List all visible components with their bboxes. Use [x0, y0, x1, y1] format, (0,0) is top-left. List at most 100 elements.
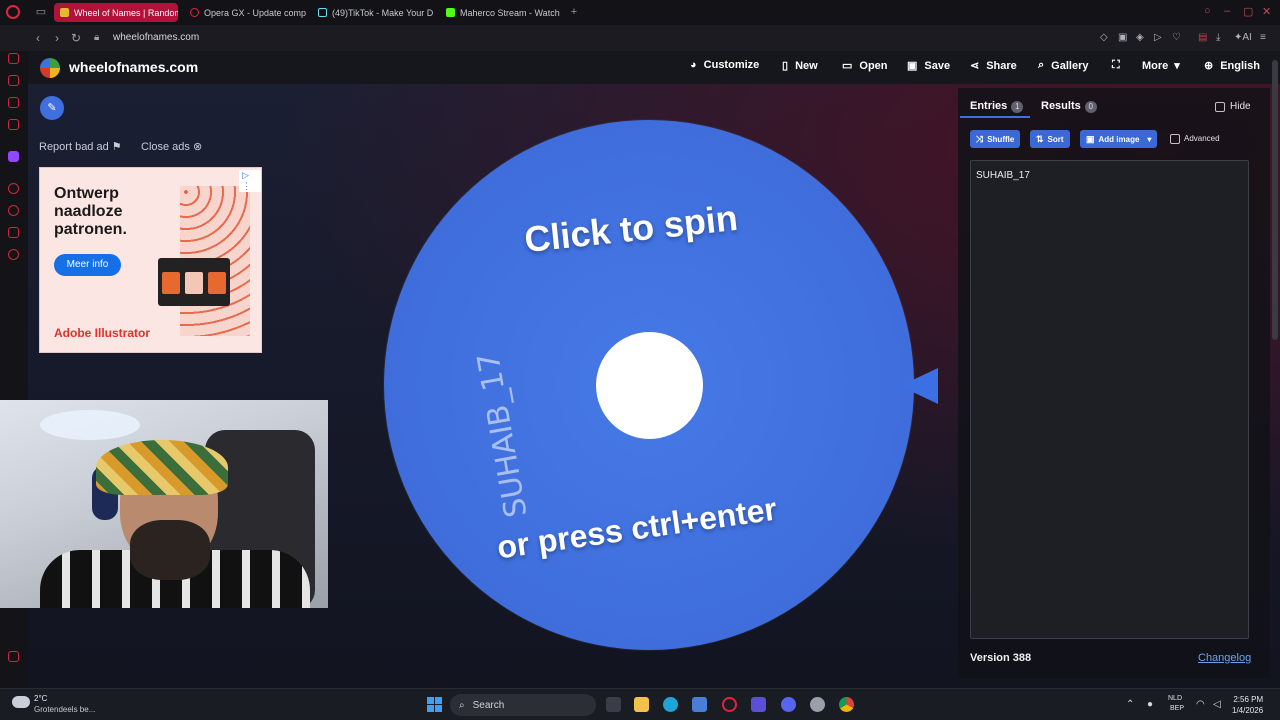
close-ads-link[interactable]: Close ads ⊗ [141, 140, 202, 153]
ad-cta-button[interactable]: Meer info [54, 254, 121, 276]
snapshot-icon[interactable]: ▣ [1118, 32, 1127, 43]
open-button[interactable]: ▭ Open [842, 59, 888, 73]
advertisement[interactable]: ▷ ⋮ Ontwerp naadloze patronen. Meer info… [39, 167, 262, 353]
minimize-icon[interactable]: – [1224, 5, 1230, 17]
browser-tab-bar: ▭ Wheel of Names | Random Opera GX - Upd… [0, 0, 1280, 25]
heart-icon[interactable]: ♡ [1172, 32, 1181, 43]
add-image-button[interactable]: ▣ Add image ▾ [1080, 130, 1158, 148]
microphone-icon[interactable]: ● [1147, 699, 1153, 710]
app-icon[interactable] [751, 697, 766, 712]
settings-icon[interactable] [8, 249, 19, 260]
clock-icon[interactable] [8, 205, 19, 216]
volume-icon[interactable]: ◁ [1213, 699, 1221, 710]
gx-logo-icon[interactable] [8, 651, 19, 662]
wheel-center[interactable] [596, 332, 703, 439]
play-icon[interactable]: ▷ [1154, 32, 1162, 43]
shield-icon[interactable]: ◈ [1136, 32, 1144, 43]
input-layout[interactable]: BEP [1170, 705, 1184, 712]
messenger-icon[interactable] [8, 97, 19, 108]
url-field[interactable]: wheelofnames.com [113, 32, 199, 43]
tab-results[interactable]: Results 0 [1041, 100, 1097, 113]
wheel-logo-icon[interactable] [40, 58, 60, 78]
add-image-label: Add image [1098, 134, 1140, 144]
wifi-icon[interactable]: ◠ [1196, 699, 1205, 710]
forward-icon[interactable]: › [55, 31, 59, 45]
entry-item: SUHAIB_17 [976, 170, 1030, 181]
store-icon[interactable] [692, 697, 707, 712]
caret-down-icon: ▾ [1147, 134, 1152, 144]
tab-opera-update[interactable]: Opera GX - Update comp [184, 3, 306, 22]
advanced-checkbox[interactable] [1170, 134, 1180, 144]
edit-pencil-button[interactable]: ✎ [40, 96, 64, 120]
tab-entries[interactable]: Entries 1 [970, 100, 1024, 113]
opera-logo-icon[interactable] [6, 5, 20, 19]
extensions-icon[interactable] [8, 227, 19, 238]
active-tab-indicator [960, 116, 1030, 118]
windows-start-icon[interactable] [427, 697, 442, 712]
tray-chevron-icon[interactable]: ⌃ [1126, 699, 1134, 710]
system-clock[interactable]: 2:56 PM 1/4/2026 [1232, 694, 1263, 716]
player-icon[interactable] [8, 119, 19, 130]
page-scrollbar[interactable] [1272, 60, 1278, 340]
back-icon[interactable]: ‹ [36, 31, 40, 45]
new-button[interactable]: ▯ New [782, 59, 818, 73]
sort-button[interactable]: ⇅ Sort [1030, 130, 1070, 148]
fullscreen-button[interactable]: ⛶ [1112, 59, 1127, 72]
customize-button[interactable]: ◕ Customize [690, 59, 759, 71]
customize-label: Customize [703, 59, 760, 71]
edge-icon[interactable] [663, 697, 678, 712]
save-icon: ▣ [907, 60, 918, 72]
adchoices-icon[interactable]: ▷ ⋮ [239, 170, 261, 192]
entries-textarea[interactable] [970, 160, 1249, 639]
wallet-icon[interactable]: ▤ [1198, 32, 1207, 43]
results-label: Results [1041, 100, 1081, 112]
new-tab-icon[interactable]: + [568, 6, 580, 18]
share-button[interactable]: ⋖ Share [970, 59, 1017, 73]
bookmark-icon[interactable]: ◇ [1100, 32, 1108, 43]
close-window-icon[interactable]: ✕ [1262, 5, 1271, 18]
menu-icon[interactable]: ≡ [1260, 32, 1266, 43]
tab-wheel-of-names[interactable]: Wheel of Names | Random [54, 3, 178, 22]
tab-kick-stream[interactable]: Maherco Stream - Watch [440, 3, 562, 22]
site-logo-text[interactable]: wheelofnames.com [69, 59, 198, 75]
twitch-icon[interactable] [8, 151, 19, 162]
search-tabs-icon[interactable]: ○ [1204, 5, 1211, 17]
maximize-icon[interactable]: ▢ [1243, 5, 1253, 18]
gx-corner-icon[interactable] [8, 75, 19, 86]
tab-label: (49)TikTok - Make Your D [332, 7, 434, 18]
clock-time: 2:56 PM [1233, 695, 1264, 704]
language-button[interactable]: ⊕ English [1204, 59, 1260, 73]
opera-favicon-icon [190, 8, 199, 17]
tab-tiktok[interactable]: (49)TikTok - Make Your D [312, 3, 434, 22]
ai-icon[interactable]: ✦AI [1234, 32, 1252, 43]
more-button[interactable]: More ▾ [1142, 59, 1180, 73]
discord-icon[interactable] [781, 697, 796, 712]
shuffle-button[interactable]: ⤨ Shuffle [970, 130, 1021, 148]
version-label: Version 388 [970, 652, 1032, 664]
cloud-icon[interactable] [12, 696, 30, 708]
tab-label: Maherco Stream - Watch [460, 7, 560, 18]
hide-checkbox[interactable] [1215, 102, 1225, 112]
download-icon[interactable]: ⤓ [1216, 32, 1220, 43]
input-language[interactable]: NLD [1168, 695, 1182, 702]
app-icon[interactable] [810, 697, 825, 712]
reload-icon[interactable]: ↻ [71, 31, 81, 45]
file-icon: ▯ [782, 60, 789, 72]
close-circle-icon: ⊗ [192, 141, 203, 153]
open-label: Open [859, 59, 888, 72]
file-explorer-icon[interactable] [634, 697, 649, 712]
opera-gx-icon[interactable] [722, 697, 737, 712]
temperature: 2°C [34, 694, 48, 703]
gx-control-icon[interactable] [8, 53, 19, 64]
task-view-icon[interactable] [606, 697, 621, 712]
history-icon[interactable] [8, 183, 19, 194]
chrome-icon[interactable] [839, 697, 854, 712]
taskbar-search[interactable]: ⌕ Search [450, 694, 596, 716]
changelog-link[interactable]: Changelog [1198, 652, 1251, 664]
tab-overview-icon[interactable]: ▭ [35, 6, 47, 18]
lock-icon: 🔒︎ [94, 32, 100, 43]
gallery-button[interactable]: ⌕ Gallery [1038, 59, 1088, 72]
more-label: More [1142, 59, 1169, 72]
save-button[interactable]: ▣ Save [907, 59, 950, 73]
report-bad-ad-link[interactable]: Report bad ad ⚑ [39, 140, 122, 153]
